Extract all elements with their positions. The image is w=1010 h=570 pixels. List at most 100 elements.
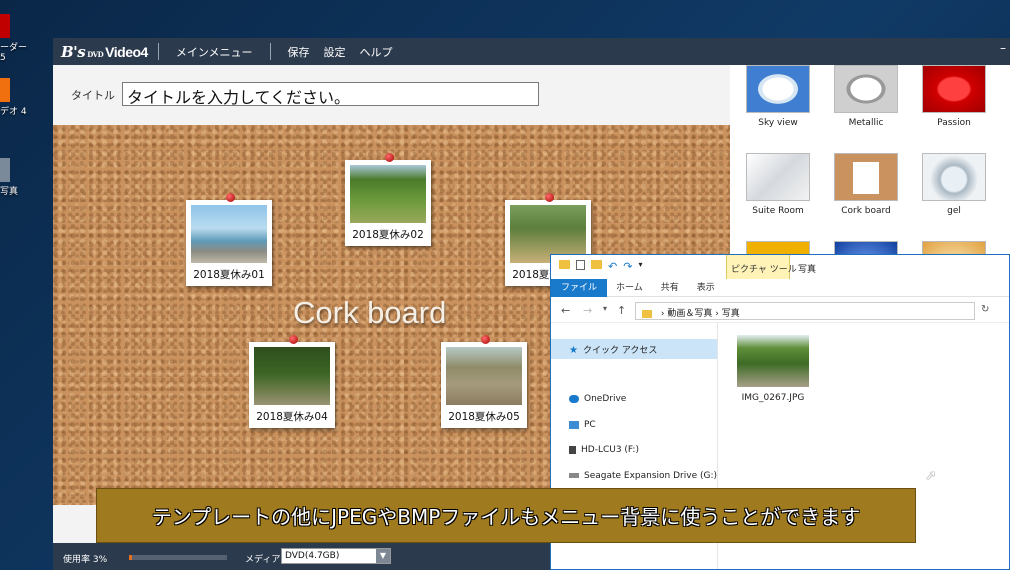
tab-share[interactable]: 共有 [652,279,688,297]
desktop-shortcut-label: ーダー 5 [0,43,28,63]
menu-divider [269,43,271,60]
nav-item-quick-access[interactable]: ★ クイック アクセス [569,343,657,356]
up-arrow-icon[interactable]: ↑ [617,304,626,317]
photo-caption: 2018夏休み02 [352,229,424,241]
address-bar[interactable]: › 動画＆写真 › 写真 [635,302,975,320]
nav-item-drive-f[interactable]: HD-LCU3 (F:) [569,445,639,455]
usage-progress-bar [129,555,227,560]
template-passion[interactable]: Passion [914,65,994,128]
title-input[interactable]: タイトルを入力してください。 [122,82,539,107]
template-cork-board[interactable]: Cork board [826,153,906,216]
tab-home[interactable]: ホーム [607,279,652,297]
template-thumbnail [746,153,810,201]
app-logo: B's DVD Video 4 [53,43,148,61]
desktop-shortcut-2[interactable]: デオ 4 [0,78,28,117]
media-select-value: DVD(4.7GB) [285,551,340,561]
refresh-icon[interactable]: ↻ [981,304,989,315]
quick-access-toolbar: ↶ ↷ ▾ [559,260,642,273]
template-thumbnail [834,65,898,113]
new-folder-icon[interactable] [591,260,602,269]
photo-image [191,205,267,263]
file-thumbnail [737,335,809,387]
template-metallic[interactable]: Metallic [826,65,906,128]
customize-toolbar-icon[interactable]: ▾ [638,260,642,273]
menu-save[interactable]: 保存 [281,44,317,60]
pushpin-icon [289,335,298,344]
template-label: Suite Room [752,206,804,216]
pushpin-icon [481,335,490,344]
mouse-cursor-icon: ➚ [925,468,937,484]
breadcrumb-item[interactable]: 写真 [722,309,740,319]
photo-caption: 2018夏休み04 [256,411,328,423]
template-label: Metallic [848,118,884,128]
title-row: タイトル タイトルを入力してください。 [53,65,730,125]
photo-thumbnail[interactable]: 2018夏休み05 [441,335,527,428]
template-label: Sky view [758,118,798,128]
app-menubar: B's DVD Video 4 メインメニュー 保存 設定 ヘルプ – [53,38,1010,65]
folder-icon[interactable] [559,260,570,269]
board-title[interactable]: Cork board [293,295,446,331]
photo-thumbnail[interactable]: 2018夏休み02 [345,153,431,246]
template-thumbnail [922,65,986,113]
properties-icon[interactable] [576,260,585,270]
desktop-shortcut-label: デオ 4 [0,107,27,117]
menu-main-menu[interactable]: メインメニュー [169,44,260,60]
media-label: メディア [245,555,281,565]
menu-settings[interactable]: 設定 [317,44,353,60]
template-thumbnail [922,153,986,201]
explorer-titlebar: ↶ ↷ ▾ ピクチャ ツール 管理 写真 [551,255,1009,295]
photo-image [254,347,330,405]
logo-dvd: DVD [87,49,104,59]
app-icon [0,14,10,38]
back-arrow-icon[interactable]: ← [561,304,570,317]
recent-locations-icon[interactable]: ▾ [603,304,607,313]
photo-thumbnail[interactable]: 2018夏休み04 [249,335,335,428]
drive-icon [569,473,579,478]
address-bar-row: ← → ▾ ↑ › 動画＆写真 › 写真 ↻ [551,299,1009,323]
template-thumbnail [746,65,810,113]
tab-file[interactable]: ファイル [551,278,608,297]
photo-caption: 2018夏休み05 [448,411,520,423]
forward-arrow-icon[interactable]: → [583,304,592,317]
logo-version: 4 [140,43,149,60]
chevron-down-icon[interactable]: ▼ [376,549,390,563]
file-item[interactable]: IMG_0267.JPG [735,335,811,403]
tab-view[interactable]: 表示 [688,279,724,297]
picture-tools-label: ピクチャ ツール [731,265,797,275]
file-name: IMG_0267.JPG [741,393,805,403]
template-gel[interactable]: gel [914,153,994,216]
usage-progress-fill [129,555,132,560]
breadcrumb-item[interactable]: 動画＆写真 [667,309,712,319]
logo-product: Video [105,43,141,60]
pushpin-icon [385,153,394,162]
explorer-window-title: 写真 [798,265,817,275]
media-select[interactable]: DVD(4.7GB) ▼ [281,548,391,564]
template-sky-view[interactable]: Sky view [738,65,818,128]
desktop-shortcut-1[interactable]: ーダー 5 [0,14,28,63]
nav-item-onedrive[interactable]: OneDrive [569,394,626,404]
cloud-icon [569,394,579,403]
template-suite-room[interactable]: Suite Room [738,153,818,216]
logo-brand: B's [61,42,86,61]
redo-icon[interactable]: ↷ [623,260,632,273]
photo-thumbnail[interactable]: 2018夏休み01 [186,193,272,286]
minimize-button[interactable]: – [1000,41,1006,55]
desktop-shortcut-3[interactable]: 写真 [0,158,28,197]
folder-icon [0,158,10,182]
nav-item-drive-g[interactable]: Seagate Expansion Drive (G:) [569,471,717,481]
app-icon [0,78,10,102]
pc-icon [569,420,579,429]
star-icon: ★ [569,345,578,356]
folder-icon [642,309,652,318]
desktop-shortcut-label: 写真 [0,187,19,197]
photo-image [350,165,426,223]
subtitle-text: テンプレートの他にJPEGやBMPファイルもメニュー背景に使うことができます [151,505,861,529]
pushpin-icon [545,193,554,202]
drive-icon [569,445,576,454]
template-label: gel [947,206,961,216]
usage-value: 3% [92,555,108,565]
menu-help[interactable]: ヘルプ [353,44,400,60]
subtitle-banner: テンプレートの他にJPEGやBMPファイルもメニュー背景に使うことができます [96,488,916,543]
nav-item-pc[interactable]: PC [569,420,596,430]
undo-icon[interactable]: ↶ [608,260,617,273]
